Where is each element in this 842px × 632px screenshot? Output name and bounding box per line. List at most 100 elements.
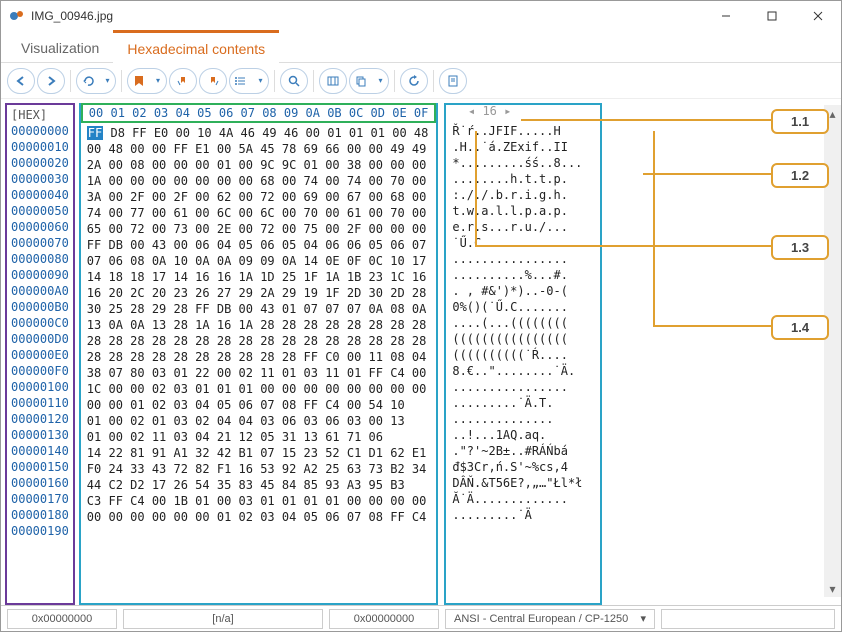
hex-row[interactable]: 74 00 77 00 61 00 6C 00 6C 00 70 00 61 0… bbox=[87, 205, 431, 221]
offset-row: 00000000 bbox=[11, 123, 69, 139]
offset-row: 00000080 bbox=[11, 251, 69, 267]
ascii-row[interactable]: ........h.t.t.p. bbox=[452, 171, 594, 187]
offset-row: 00000060 bbox=[11, 219, 69, 235]
hex-row[interactable]: 07 06 08 0A 10 0A 0A 09 09 0A 14 0E 0F 0… bbox=[87, 253, 431, 269]
ascii-row[interactable]: ((((((((((˙Ŕ.... bbox=[452, 347, 594, 363]
maximize-button[interactable] bbox=[749, 1, 795, 31]
goto-button[interactable]: ▾ bbox=[76, 68, 116, 94]
ascii-row[interactable]: DÂŇ.&T56E?,„…"Łl*ł bbox=[452, 475, 594, 491]
callout-1-4: 1.4 bbox=[771, 315, 829, 340]
tab-visualization[interactable]: Visualization bbox=[7, 32, 113, 62]
settings-button[interactable] bbox=[439, 68, 467, 94]
hex-row[interactable]: 13 0A 0A 13 28 1A 16 1A 28 28 28 28 28 2… bbox=[87, 317, 431, 333]
hex-row[interactable]: C3 FF C4 00 1B 01 00 03 01 01 01 01 00 0… bbox=[87, 493, 431, 509]
hex-row[interactable]: 38 07 80 03 01 22 00 02 11 01 03 11 01 F… bbox=[87, 365, 431, 381]
copy-button[interactable]: ▾ bbox=[349, 68, 389, 94]
callout-1-2: 1.2 bbox=[771, 163, 829, 188]
hex-row[interactable]: 00 00 00 00 00 00 01 02 03 04 05 06 07 0… bbox=[87, 509, 431, 525]
hex-row[interactable]: F0 24 33 43 72 82 F1 16 53 92 A2 25 63 7… bbox=[87, 461, 431, 477]
callout-1-1: 1.1 bbox=[771, 109, 829, 134]
status-offset: 0x00000000 bbox=[7, 609, 117, 629]
bookmark-button[interactable]: ▾ bbox=[127, 68, 167, 94]
ascii-row[interactable]: đ$3Cr,ń.S'~%cs,4 bbox=[452, 459, 594, 475]
ascii-row[interactable]: :././.b.r.i.g.h. bbox=[452, 187, 594, 203]
ascii-row[interactable]: e.r.s...r.u./... bbox=[452, 219, 594, 235]
offset-row: 00000070 bbox=[11, 235, 69, 251]
ascii-row[interactable]: . , #&')*)..-0-( bbox=[452, 283, 594, 299]
prev-bookmark-button[interactable] bbox=[169, 68, 197, 94]
ascii-row[interactable]: ."?'~2B±..#RÁŃbá bbox=[452, 443, 594, 459]
hex-row[interactable]: 28 28 28 28 28 28 28 28 28 28 FF C0 00 1… bbox=[87, 349, 431, 365]
forward-button[interactable] bbox=[37, 68, 65, 94]
status-spacer bbox=[661, 609, 835, 629]
hex-row[interactable]: 1C 00 00 02 03 01 01 01 00 00 00 00 00 0… bbox=[87, 381, 431, 397]
toolbar: ▾ ▾ ▾ ▾ bbox=[1, 63, 841, 99]
offset-row: 000000F0 bbox=[11, 363, 69, 379]
ascii-row[interactable]: ..!...1AQ.aq. bbox=[452, 427, 594, 443]
hex-row[interactable]: 01 00 02 01 03 02 04 04 03 06 03 06 03 0… bbox=[87, 413, 431, 429]
offset-row: 000000C0 bbox=[11, 315, 69, 331]
ascii-row[interactable]: ....(...(((((((( bbox=[452, 315, 594, 331]
column-width-label: ◂ 16 ▸ bbox=[468, 103, 511, 119]
hex-row[interactable]: 01 00 02 11 03 04 21 12 05 31 13 61 71 0… bbox=[87, 429, 431, 445]
next-bookmark-button[interactable] bbox=[199, 68, 227, 94]
offset-row: 00000120 bbox=[11, 411, 69, 427]
ascii-row[interactable]: 8.€.."........˙Ä. bbox=[452, 363, 594, 379]
ascii-row[interactable]: ................ bbox=[452, 251, 594, 267]
minimize-button[interactable] bbox=[703, 1, 749, 31]
offset-row: 00000090 bbox=[11, 267, 69, 283]
hex-bytes-column[interactable]: 00 01 02 03 04 05 06 07 08 09 0A 0B 0C 0… bbox=[79, 103, 439, 605]
hex-column-header: 00 01 02 03 04 05 06 07 08 09 0A 0B 0C 0… bbox=[81, 103, 437, 123]
hex-row[interactable]: 28 28 28 28 28 28 28 28 28 28 28 28 28 2… bbox=[87, 333, 431, 349]
hex-row[interactable]: 14 18 18 17 14 16 16 1A 1D 25 1F 1A 1B 2… bbox=[87, 269, 431, 285]
columns-button[interactable] bbox=[319, 68, 347, 94]
ascii-row[interactable]: 0%()(˙Ű.C....... bbox=[452, 299, 594, 315]
offset-row: 00000030 bbox=[11, 171, 69, 187]
hex-row[interactable]: FF DB 00 43 00 06 04 05 06 05 04 06 06 0… bbox=[87, 237, 431, 253]
offset-row: 00000180 bbox=[11, 507, 69, 523]
refresh-button[interactable] bbox=[400, 68, 428, 94]
hex-row[interactable]: 14 22 81 91 A1 32 42 B1 07 15 23 52 C1 D… bbox=[87, 445, 431, 461]
hex-row[interactable]: 1A 00 00 00 00 00 00 00 68 00 74 00 74 0… bbox=[87, 173, 431, 189]
offset-row: 00000130 bbox=[11, 427, 69, 443]
ascii-row[interactable]: ˙Ű.C............ bbox=[452, 235, 594, 251]
offset-row: 000000B0 bbox=[11, 299, 69, 315]
hex-row[interactable]: 2A 00 08 00 00 00 01 00 9C 9C 01 00 38 0… bbox=[87, 157, 431, 173]
ascii-row[interactable]: ................ bbox=[452, 379, 594, 395]
selected-byte[interactable]: FF bbox=[87, 126, 103, 140]
hex-row[interactable]: 00 00 01 02 03 04 05 06 07 08 FF C4 00 5… bbox=[87, 397, 431, 413]
ascii-row[interactable]: (((((((((((((((( bbox=[452, 331, 594, 347]
offset-row: 000000E0 bbox=[11, 347, 69, 363]
close-button[interactable] bbox=[795, 1, 841, 31]
ascii-row[interactable]: Ă˙Ä............. bbox=[452, 491, 594, 507]
ascii-row[interactable]: t.w.a.l.l.p.a.p. bbox=[452, 203, 594, 219]
offset-row: 000000A0 bbox=[11, 283, 69, 299]
callout-line bbox=[653, 325, 779, 327]
back-button[interactable] bbox=[7, 68, 35, 94]
ascii-row[interactable]: *.........śś..8... bbox=[452, 155, 594, 171]
offset-row: 00000190 bbox=[11, 523, 69, 539]
ascii-row[interactable]: .........˙Ä bbox=[452, 507, 594, 523]
offset-row: 00000110 bbox=[11, 395, 69, 411]
hex-row[interactable]: 00 48 00 00 FF E1 00 5A 45 78 69 66 00 0… bbox=[87, 141, 431, 157]
ascii-row[interactable]: ..........%...#. bbox=[452, 267, 594, 283]
ascii-row[interactable]: Ř˙ŕ..JFIF.....H bbox=[452, 123, 594, 139]
hex-row[interactable]: FF D8 FF E0 00 10 4A 46 49 46 00 01 01 0… bbox=[87, 125, 431, 141]
hex-row[interactable]: 65 00 72 00 73 00 2E 00 72 00 75 00 2F 0… bbox=[87, 221, 431, 237]
hex-row[interactable]: 3A 00 2F 00 2F 00 62 00 72 00 69 00 67 0… bbox=[87, 189, 431, 205]
callout-line bbox=[653, 131, 655, 325]
hex-row[interactable]: 30 25 28 29 28 FF DB 00 43 01 07 07 07 0… bbox=[87, 301, 431, 317]
ascii-row[interactable]: .H..˙á.ZExif..II bbox=[452, 139, 594, 155]
ascii-row[interactable]: .............. bbox=[452, 411, 594, 427]
scroll-down-icon[interactable]: ▾ bbox=[824, 580, 841, 597]
ascii-column[interactable]: Ř˙ŕ..JFIF.....H.H..˙á.ZExif..II*........… bbox=[444, 103, 602, 605]
tab-hex-contents[interactable]: Hexadecimal contents bbox=[113, 30, 279, 63]
hex-row[interactable]: 16 20 2C 20 23 26 27 29 2A 29 19 1F 2D 3… bbox=[87, 285, 431, 301]
search-button[interactable] bbox=[280, 68, 308, 94]
encoding-select[interactable]: ANSI - Central European / CP-1250▾ bbox=[445, 609, 655, 629]
callout-line bbox=[643, 173, 779, 175]
hex-row[interactable]: 44 C2 D2 17 26 54 35 83 45 84 85 93 A3 9… bbox=[87, 477, 431, 493]
offset-row: 00000140 bbox=[11, 443, 69, 459]
ascii-row[interactable]: .........˙Ä.T. bbox=[452, 395, 594, 411]
list-button[interactable]: ▾ bbox=[229, 68, 269, 94]
